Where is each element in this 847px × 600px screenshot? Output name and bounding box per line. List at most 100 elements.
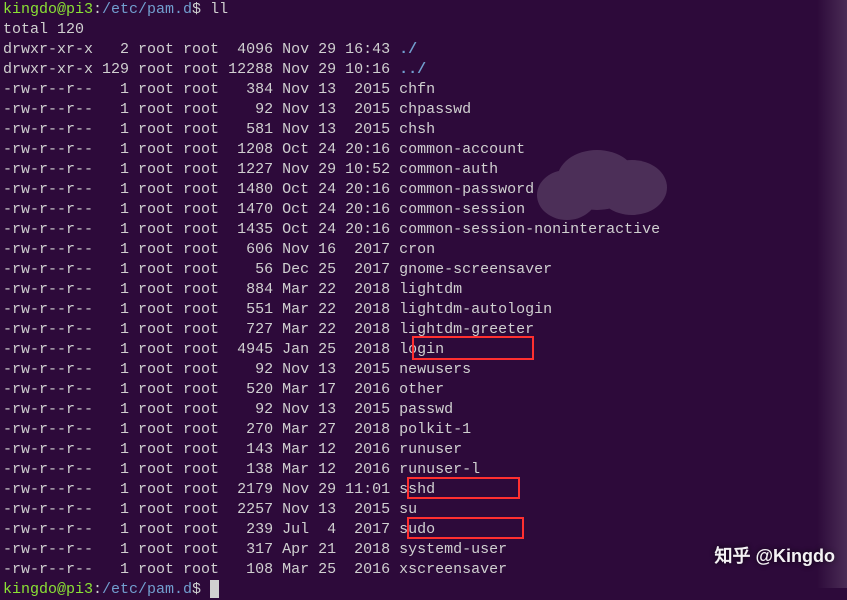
perm: -rw-r--r-- bbox=[3, 441, 93, 458]
owner: root bbox=[129, 161, 174, 178]
file-name: lightdm-greeter bbox=[390, 321, 534, 338]
file-row: -rw-r--r-- 1 root root 1208 Oct 24 20:16… bbox=[3, 140, 844, 160]
links: 129 bbox=[93, 61, 129, 78]
prompt-user: kingdo@pi3 bbox=[3, 1, 93, 18]
file-name: sudo bbox=[390, 521, 435, 538]
date: Mar 27 2018 bbox=[273, 421, 390, 438]
file-row: -rw-r--r-- 1 root root 4945 Jan 25 2018 … bbox=[3, 340, 844, 360]
perm: -rw-r--r-- bbox=[3, 141, 93, 158]
file-name: chfn bbox=[390, 81, 435, 98]
date: Apr 21 2018 bbox=[273, 541, 390, 558]
file-name: sshd bbox=[390, 481, 435, 498]
owner: root bbox=[129, 81, 174, 98]
size: 4945 bbox=[219, 341, 273, 358]
date: Nov 29 16:43 bbox=[273, 41, 390, 58]
group: root bbox=[174, 561, 219, 578]
file-name: lightdm-autologin bbox=[390, 301, 552, 318]
date: Nov 13 2015 bbox=[273, 81, 390, 98]
owner: root bbox=[129, 541, 174, 558]
file-name: systemd-user bbox=[390, 541, 507, 558]
size: 92 bbox=[219, 101, 273, 118]
owner: root bbox=[129, 321, 174, 338]
size: 551 bbox=[219, 301, 273, 318]
file-name: common-session bbox=[390, 201, 525, 218]
size: 108 bbox=[219, 561, 273, 578]
links: 1 bbox=[93, 121, 129, 138]
links: 1 bbox=[93, 361, 129, 378]
prompt-cwd: /etc/pam.d bbox=[102, 581, 192, 598]
owner: root bbox=[129, 301, 174, 318]
date: Oct 24 20:16 bbox=[273, 141, 390, 158]
owner: root bbox=[129, 561, 174, 578]
links: 1 bbox=[93, 101, 129, 118]
file-row: -rw-r--r-- 1 root root 551 Mar 22 2018 l… bbox=[3, 300, 844, 320]
prompt-symbol: $ bbox=[192, 581, 210, 598]
date: Nov 13 2015 bbox=[273, 361, 390, 378]
group: root bbox=[174, 141, 219, 158]
group: root bbox=[174, 261, 219, 278]
perm: -rw-r--r-- bbox=[3, 461, 93, 478]
group: root bbox=[174, 541, 219, 558]
perm: -rw-r--r-- bbox=[3, 381, 93, 398]
owner: root bbox=[129, 441, 174, 458]
file-row: -rw-r--r-- 1 root root 56 Dec 25 2017 gn… bbox=[3, 260, 844, 280]
file-row: -rw-r--r-- 1 root root 108 Mar 25 2016 x… bbox=[3, 560, 844, 580]
links: 1 bbox=[93, 201, 129, 218]
group: root bbox=[174, 181, 219, 198]
file-name: xscreensaver bbox=[390, 561, 507, 578]
group: root bbox=[174, 61, 219, 78]
file-row: -rw-r--r-- 1 root root 884 Mar 22 2018 l… bbox=[3, 280, 844, 300]
perm: -rw-r--r-- bbox=[3, 521, 93, 538]
perm: -rw-r--r-- bbox=[3, 101, 93, 118]
size: 56 bbox=[219, 261, 273, 278]
group: root bbox=[174, 441, 219, 458]
prompt-line: kingdo@pi3:/etc/pam.d$ ll bbox=[3, 0, 844, 20]
date: Jan 25 2018 bbox=[273, 341, 390, 358]
date: Mar 22 2018 bbox=[273, 321, 390, 338]
group: root bbox=[174, 501, 219, 518]
date: Mar 12 2016 bbox=[273, 461, 390, 478]
size: 4096 bbox=[219, 41, 273, 58]
perm: drwxr-xr-x bbox=[3, 41, 93, 58]
links: 1 bbox=[93, 401, 129, 418]
size: 143 bbox=[219, 441, 273, 458]
file-row: -rw-r--r-- 1 root root 581 Nov 13 2015 c… bbox=[3, 120, 844, 140]
prompt-user: kingdo@pi3 bbox=[3, 581, 93, 598]
size: 1435 bbox=[219, 221, 273, 238]
owner: root bbox=[129, 261, 174, 278]
file-name: ./ bbox=[390, 41, 417, 58]
size: 92 bbox=[219, 401, 273, 418]
file-row: -rw-r--r-- 1 root root 92 Nov 13 2015 ne… bbox=[3, 360, 844, 380]
links: 1 bbox=[93, 161, 129, 178]
group: root bbox=[174, 201, 219, 218]
file-name: login bbox=[390, 341, 444, 358]
file-name: passwd bbox=[390, 401, 453, 418]
file-row: drwxr-xr-x 2 root root 4096 Nov 29 16:43… bbox=[3, 40, 844, 60]
group: root bbox=[174, 241, 219, 258]
date: Oct 24 20:16 bbox=[273, 181, 390, 198]
terminal-output[interactable]: kingdo@pi3:/etc/pam.d$ lltotal 120drwxr-… bbox=[3, 0, 844, 600]
file-row: -rw-r--r-- 1 root root 239 Jul 4 2017 su… bbox=[3, 520, 844, 540]
owner: root bbox=[129, 201, 174, 218]
owner: root bbox=[129, 401, 174, 418]
size: 270 bbox=[219, 421, 273, 438]
size: 92 bbox=[219, 361, 273, 378]
group: root bbox=[174, 301, 219, 318]
date: Oct 24 20:16 bbox=[273, 201, 390, 218]
file-row: -rw-r--r-- 1 root root 727 Mar 22 2018 l… bbox=[3, 320, 844, 340]
owner: root bbox=[129, 521, 174, 538]
owner: root bbox=[129, 241, 174, 258]
prompt-line-bottom[interactable]: kingdo@pi3:/etc/pam.d$ bbox=[3, 580, 844, 600]
date: Oct 24 20:16 bbox=[273, 221, 390, 238]
size: 12288 bbox=[219, 61, 273, 78]
owner: root bbox=[129, 501, 174, 518]
file-row: -rw-r--r-- 1 root root 1227 Nov 29 10:52… bbox=[3, 160, 844, 180]
owner: root bbox=[129, 381, 174, 398]
perm: -rw-r--r-- bbox=[3, 481, 93, 498]
group: root bbox=[174, 401, 219, 418]
group: root bbox=[174, 121, 219, 138]
prompt-symbol: $ bbox=[192, 1, 210, 18]
links: 1 bbox=[93, 421, 129, 438]
links: 1 bbox=[93, 501, 129, 518]
date: Dec 25 2017 bbox=[273, 261, 390, 278]
